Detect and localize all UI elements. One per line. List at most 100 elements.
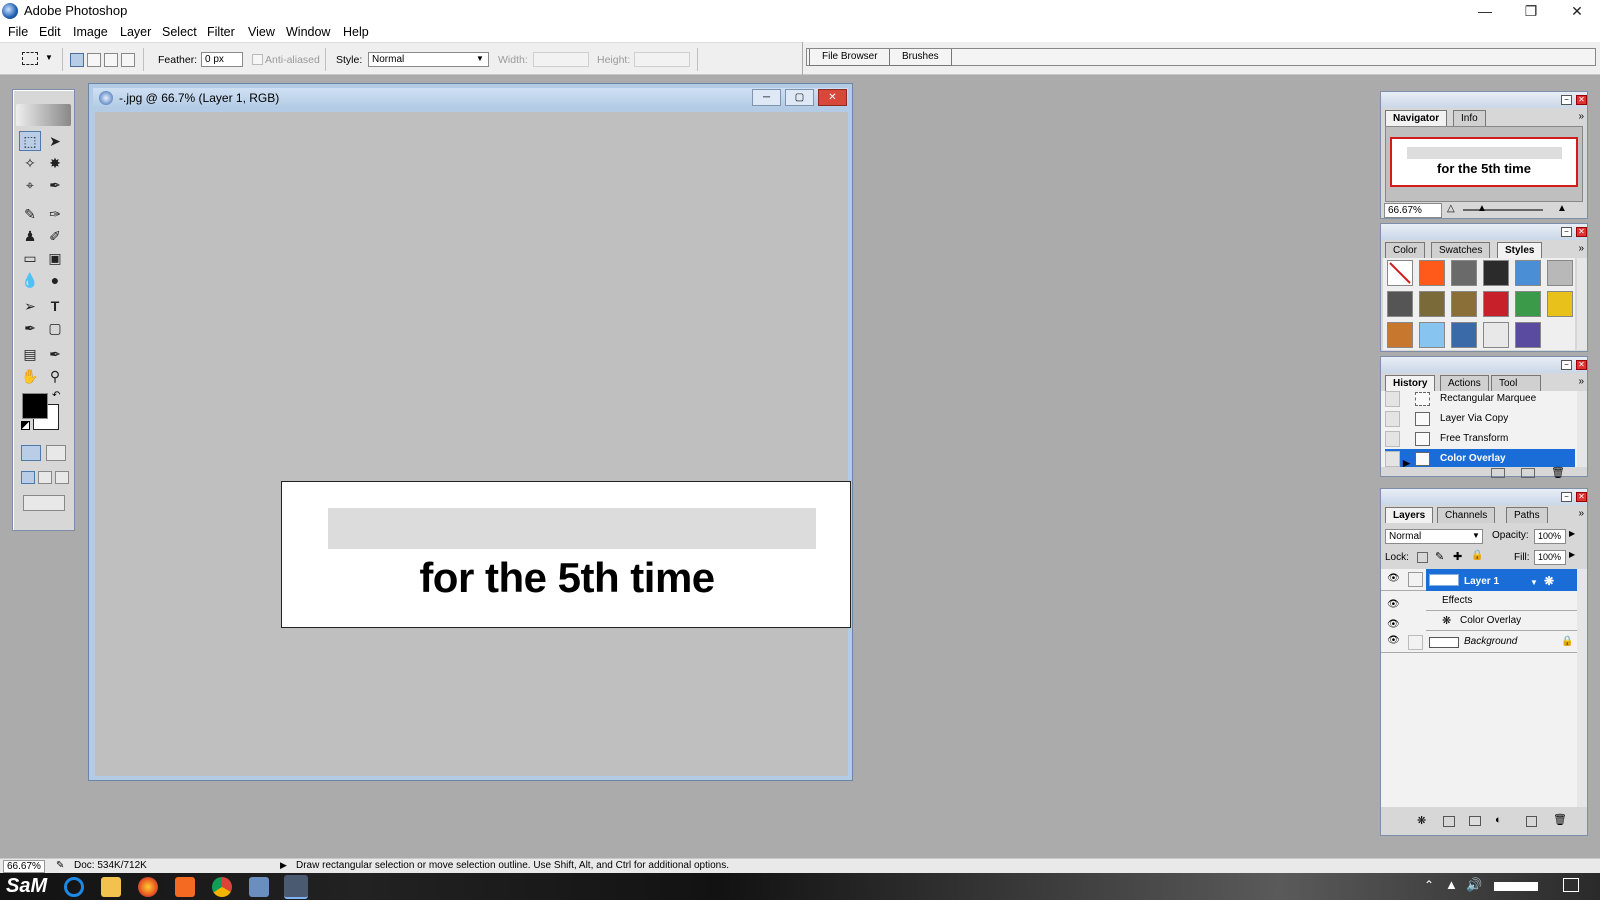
navigator-zoom-input[interactable]: 66.67% — [1384, 203, 1442, 218]
visibility-eye-icon[interactable]: 👁 — [1387, 595, 1400, 615]
subtract-selection-icon[interactable] — [104, 53, 118, 67]
history-item[interactable]: Layer Via Copy — [1385, 409, 1575, 429]
marquee-preset-icon[interactable] — [22, 52, 38, 65]
document-close-button[interactable]: ✕ — [818, 89, 847, 106]
app-icon[interactable] — [175, 877, 195, 897]
add-mask-icon[interactable] — [1443, 816, 1455, 827]
close-button[interactable]: ✕ — [1554, 0, 1600, 22]
slice-tool-icon[interactable]: ✒ — [44, 175, 66, 195]
styles-scrollbar[interactable] — [1577, 258, 1587, 350]
dodge-tool-icon[interactable]: ● — [44, 270, 66, 290]
tab-color[interactable]: Color — [1385, 242, 1425, 258]
layer-effect-row[interactable]: 👁 ❋ Color Overlay — [1387, 611, 1577, 631]
start-logo[interactable]: SaM — [6, 875, 47, 898]
minimize-button[interactable]: — — [1462, 0, 1508, 22]
panel-close-button[interactable]: ✕ — [1576, 492, 1587, 502]
navigator-preview[interactable]: for the 5th time — [1385, 126, 1583, 202]
style-chevron-icon[interactable]: ▼ — [476, 54, 484, 63]
layer-effects-row[interactable]: 👁 Effects — [1387, 591, 1577, 611]
clone-stamp-icon[interactable]: ♟ — [19, 226, 41, 246]
blur-tool-icon[interactable]: 💧 — [19, 270, 41, 290]
healing-brush-icon[interactable]: ✎ — [19, 204, 41, 224]
tab-brushes[interactable]: Brushes — [889, 49, 952, 66]
layer-row[interactable]: 👁 Layer 1 ▼ ❋ — [1381, 569, 1577, 591]
path-selection-icon[interactable]: ➢ — [19, 296, 41, 316]
gradient-tool-icon[interactable]: ▣ — [44, 248, 66, 268]
new-snapshot-icon[interactable] — [1521, 468, 1535, 478]
style-swatch[interactable] — [1387, 322, 1413, 348]
style-swatch[interactable] — [1387, 291, 1413, 317]
clock-display[interactable] — [1494, 882, 1538, 891]
style-swatch[interactable] — [1451, 322, 1477, 348]
menu-image[interactable]: Image — [73, 25, 108, 39]
style-swatch[interactable] — [1515, 322, 1541, 348]
network-icon[interactable]: ▲ — [1445, 877, 1458, 892]
style-swatch[interactable] — [1451, 291, 1477, 317]
lasso-tool-icon[interactable]: ✧ — [19, 153, 41, 173]
hand-tool-icon[interactable]: ✋ — [19, 366, 41, 386]
style-swatch[interactable] — [1483, 260, 1509, 286]
tab-actions[interactable]: Actions — [1440, 375, 1489, 391]
menu-help[interactable]: Help — [343, 25, 369, 39]
panel-close-button[interactable]: ✕ — [1576, 227, 1587, 237]
pen-tool-icon[interactable]: ✒ — [19, 318, 41, 338]
style-swatch[interactable] — [1547, 260, 1573, 286]
menu-filter[interactable]: Filter — [207, 25, 235, 39]
visibility-eye-icon[interactable]: 👁 — [1387, 573, 1400, 585]
magic-wand-icon[interactable]: ✸ — [44, 153, 66, 173]
document-maximize-button[interactable]: ▢ — [785, 89, 814, 106]
new-adjustment-icon[interactable]: ◐ — [1495, 814, 1502, 826]
image-canvas[interactable]: for the 5th time — [281, 481, 851, 628]
history-checkbox[interactable] — [1385, 411, 1400, 427]
eraser-tool-icon[interactable]: ▭ — [19, 248, 41, 268]
width-input[interactable] — [533, 52, 589, 67]
style-swatch[interactable] — [1419, 260, 1445, 286]
standard-mode-icon[interactable] — [21, 445, 41, 461]
add-style-icon[interactable]: ❋ — [1417, 814, 1426, 827]
style-swatch[interactable] — [1483, 291, 1509, 317]
foreground-color-swatch[interactable] — [22, 393, 48, 419]
swap-colors-icon[interactable]: ↶ — [52, 390, 60, 401]
feather-input[interactable]: 0 px — [201, 52, 243, 67]
tab-layers[interactable]: Layers — [1385, 507, 1434, 523]
rectangle-tool-icon[interactable]: ▢ — [44, 318, 66, 338]
rectangular-marquee-icon[interactable]: ⬚ — [19, 131, 41, 151]
layer-row[interactable]: 👁 Background 🔒 — [1381, 631, 1577, 653]
edge-icon[interactable] — [64, 877, 84, 897]
zoom-tool-icon[interactable]: ⚲ — [44, 366, 66, 386]
panel-menu-icon[interactable]: » — [1578, 243, 1584, 254]
style-swatch-none[interactable] — [1387, 260, 1413, 286]
panel-minimize-button[interactable]: − — [1561, 492, 1572, 502]
file-explorer-icon[interactable] — [101, 877, 121, 897]
layer-link-box[interactable] — [1408, 635, 1423, 650]
panel-menu-icon[interactable]: » — [1578, 508, 1584, 519]
status-zoom[interactable]: 66.67% — [3, 860, 45, 873]
expand-effects-icon[interactable]: ▼ — [1530, 573, 1538, 593]
brush-link-icon[interactable] — [1408, 572, 1423, 587]
tab-paths[interactable]: Paths — [1506, 507, 1548, 523]
brush-tool-icon[interactable]: ✑ — [44, 204, 66, 224]
zoom-out-icon[interactable]: △ — [1447, 203, 1455, 214]
new-layer-icon[interactable] — [1526, 816, 1537, 827]
panel-close-button[interactable]: ✕ — [1576, 360, 1587, 370]
canvas-area[interactable]: for the 5th time — [95, 112, 851, 776]
tab-info[interactable]: Info — [1453, 110, 1486, 126]
tab-channels[interactable]: Channels — [1437, 507, 1496, 523]
style-swatch[interactable] — [1419, 322, 1445, 348]
zoom-slider-track[interactable] — [1463, 209, 1543, 211]
panel-menu-icon[interactable]: » — [1578, 111, 1584, 122]
panel-minimize-button[interactable]: − — [1561, 95, 1572, 105]
style-swatch[interactable] — [1451, 260, 1477, 286]
tab-navigator[interactable]: Navigator — [1385, 110, 1448, 126]
fill-input[interactable]: 100% — [1534, 550, 1566, 565]
type-tool-icon[interactable]: T — [44, 296, 66, 316]
history-checkbox[interactable] — [1385, 431, 1400, 447]
style-swatch[interactable] — [1547, 291, 1573, 317]
layer-selected-highlight[interactable]: Layer 1 ▼ ❋ — [1426, 569, 1577, 591]
opacity-input[interactable]: 100% — [1534, 529, 1566, 544]
history-brush-icon[interactable]: ✐ — [44, 226, 66, 246]
panel-minimize-button[interactable]: − — [1561, 360, 1572, 370]
navigator-view-box[interactable]: for the 5th time — [1390, 137, 1578, 187]
history-scrollbar[interactable] — [1577, 391, 1587, 467]
default-colors-icon[interactable] — [21, 421, 30, 430]
